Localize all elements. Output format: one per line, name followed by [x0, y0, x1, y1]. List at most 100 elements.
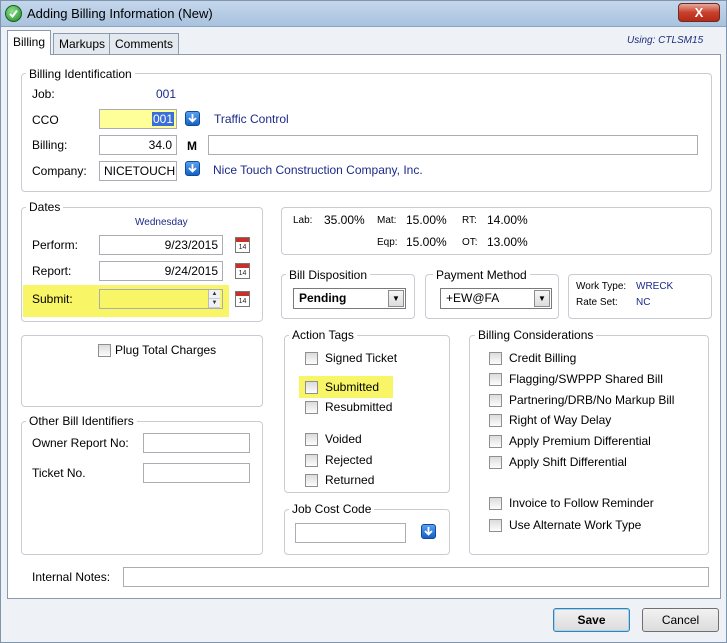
spin-up-icon[interactable]: ▲: [209, 290, 220, 299]
ticket-label: Ticket No.: [32, 466, 86, 480]
other-identifiers-legend: Other Bill Identifiers: [26, 414, 137, 428]
partnering-label: Partnering/DRB/No Markup Bill: [509, 393, 675, 407]
resubmitted-checkbox[interactable]: [305, 401, 318, 414]
company-label: Company:: [32, 164, 87, 178]
company-input[interactable]: NICETOUCH: [99, 161, 177, 181]
tab-markups[interactable]: Markups: [53, 33, 112, 54]
payment-method-value: +EW@FA: [446, 291, 500, 305]
bill-disposition-value: Pending: [299, 291, 347, 305]
close-button[interactable]: X: [678, 3, 720, 22]
billing-considerations-legend: Billing Considerations: [475, 328, 597, 342]
chevron-down-icon[interactable]: ▼: [534, 290, 550, 307]
perform-date-input[interactable]: 9/23/2015: [99, 235, 223, 255]
chevron-down-icon[interactable]: ▼: [388, 290, 404, 307]
report-label: Report:: [32, 264, 72, 278]
shift-differential-checkbox[interactable]: [489, 456, 502, 469]
cco-lookup-icon[interactable]: [185, 111, 200, 126]
resubmitted-label: Resubmitted: [325, 400, 393, 414]
report-date-input[interactable]: 9/24/2015: [99, 261, 223, 281]
action-tags-legend: Action Tags: [289, 328, 357, 342]
lab-label: Lab:: [293, 215, 313, 226]
perform-label: Perform:: [32, 238, 79, 252]
weekday-label: Wednesday: [135, 217, 188, 228]
owner-report-label: Owner Report No:: [32, 436, 129, 450]
bill-disposition-select[interactable]: Pending ▼: [293, 288, 406, 309]
flagging-checkbox[interactable]: [489, 373, 502, 386]
cco-input[interactable]: 001: [99, 109, 177, 129]
returned-checkbox[interactable]: [305, 474, 318, 487]
job-cost-code-input[interactable]: [295, 523, 406, 543]
job-cost-code-legend: Job Cost Code: [289, 502, 375, 516]
dialog-window: Adding Billing Information (New) X Billi…: [0, 0, 727, 643]
tab-comments[interactable]: Comments: [109, 33, 180, 54]
lab-value: 35.00%: [324, 213, 365, 227]
shift-differential-label: Apply Shift Differential: [509, 455, 627, 469]
voided-label: Voided: [325, 432, 362, 446]
perform-calendar-icon[interactable]: 14: [235, 237, 250, 253]
plug-total-checkbox[interactable]: [98, 344, 111, 357]
voided-checkbox[interactable]: [305, 433, 318, 446]
partnering-checkbox[interactable]: [489, 394, 502, 407]
alternate-work-type-checkbox[interactable]: [489, 519, 502, 532]
job-cost-code-lookup-icon[interactable]: [421, 524, 436, 539]
rate-set-label: Rate Set:: [576, 297, 618, 308]
submit-spinner[interactable]: ▲ ▼: [208, 290, 220, 308]
dates-legend: Dates: [26, 200, 64, 214]
window-title: Adding Billing Information (New): [27, 6, 213, 21]
flagging-label: Flagging/SWPPP Shared Bill: [509, 372, 663, 386]
save-button[interactable]: Save: [553, 608, 630, 632]
invoice-reminder-label: Invoice to Follow Reminder: [509, 496, 654, 510]
job-value: 001: [156, 87, 177, 101]
eqp-label: Eqp:: [377, 237, 398, 248]
cancel-button[interactable]: Cancel: [642, 608, 719, 632]
credit-billing-label: Credit Billing: [509, 351, 577, 365]
cco-description: Traffic Control: [214, 112, 289, 126]
internal-notes-label: Internal Notes:: [32, 570, 111, 584]
submit-date-input[interactable]: [99, 289, 223, 309]
app-icon: [5, 5, 22, 22]
billing-description-input[interactable]: [208, 135, 698, 155]
spin-down-icon[interactable]: ▼: [209, 299, 220, 308]
company-lookup-icon[interactable]: [185, 161, 200, 176]
rt-value: 14.00%: [487, 213, 528, 227]
invoice-reminder-checkbox[interactable]: [489, 497, 502, 510]
signed-ticket-checkbox[interactable]: [305, 352, 318, 365]
rejected-label: Rejected: [325, 453, 373, 467]
alternate-work-type-label: Use Alternate Work Type: [509, 518, 642, 532]
payment-method-legend: Payment Method: [433, 268, 530, 282]
mat-value: 15.00%: [406, 213, 447, 227]
ticket-input[interactable]: [143, 463, 250, 483]
billing-input[interactable]: 34.0: [99, 135, 177, 155]
bill-disposition-legend: Bill Disposition: [286, 268, 371, 282]
work-type-label: Work Type:: [576, 281, 627, 292]
signed-ticket-label: Signed Ticket: [325, 351, 398, 365]
ot-value: 13.00%: [487, 235, 528, 249]
returned-label: Returned: [325, 473, 375, 487]
credit-billing-checkbox[interactable]: [489, 352, 502, 365]
cco-label: CCO: [32, 113, 59, 127]
company-description: Nice Touch Construction Company, Inc.: [213, 163, 423, 177]
owner-report-input[interactable]: [143, 433, 250, 453]
payment-method-select[interactable]: +EW@FA ▼: [440, 288, 552, 309]
submit-calendar-icon[interactable]: 14: [235, 291, 250, 307]
right-of-way-checkbox[interactable]: [489, 414, 502, 427]
work-type-value: WRECK: [636, 281, 674, 292]
cco-selected-text: 001: [151, 112, 174, 126]
submit-label: Submit:: [32, 292, 73, 306]
billing-suffix: M: [187, 139, 197, 153]
report-calendar-icon[interactable]: 14: [235, 263, 250, 279]
rejected-checkbox[interactable]: [305, 454, 318, 467]
job-label: Job:: [32, 87, 55, 101]
using-label: Using: CTLSM15: [627, 35, 704, 46]
right-of-way-label: Right of Way Delay: [509, 413, 612, 427]
premium-differential-checkbox[interactable]: [489, 435, 502, 448]
internal-notes-input[interactable]: [123, 567, 709, 587]
premium-differential-label: Apply Premium Differential: [509, 434, 651, 448]
billing-label: Billing:: [32, 138, 68, 152]
submitted-checkbox[interactable]: [305, 381, 318, 394]
ot-label: OT:: [462, 237, 478, 248]
rt-label: RT:: [462, 215, 477, 226]
eqp-value: 15.00%: [406, 235, 447, 249]
tab-billing[interactable]: Billing: [7, 30, 52, 55]
title-bar: Adding Billing Information (New) X: [1, 1, 726, 27]
